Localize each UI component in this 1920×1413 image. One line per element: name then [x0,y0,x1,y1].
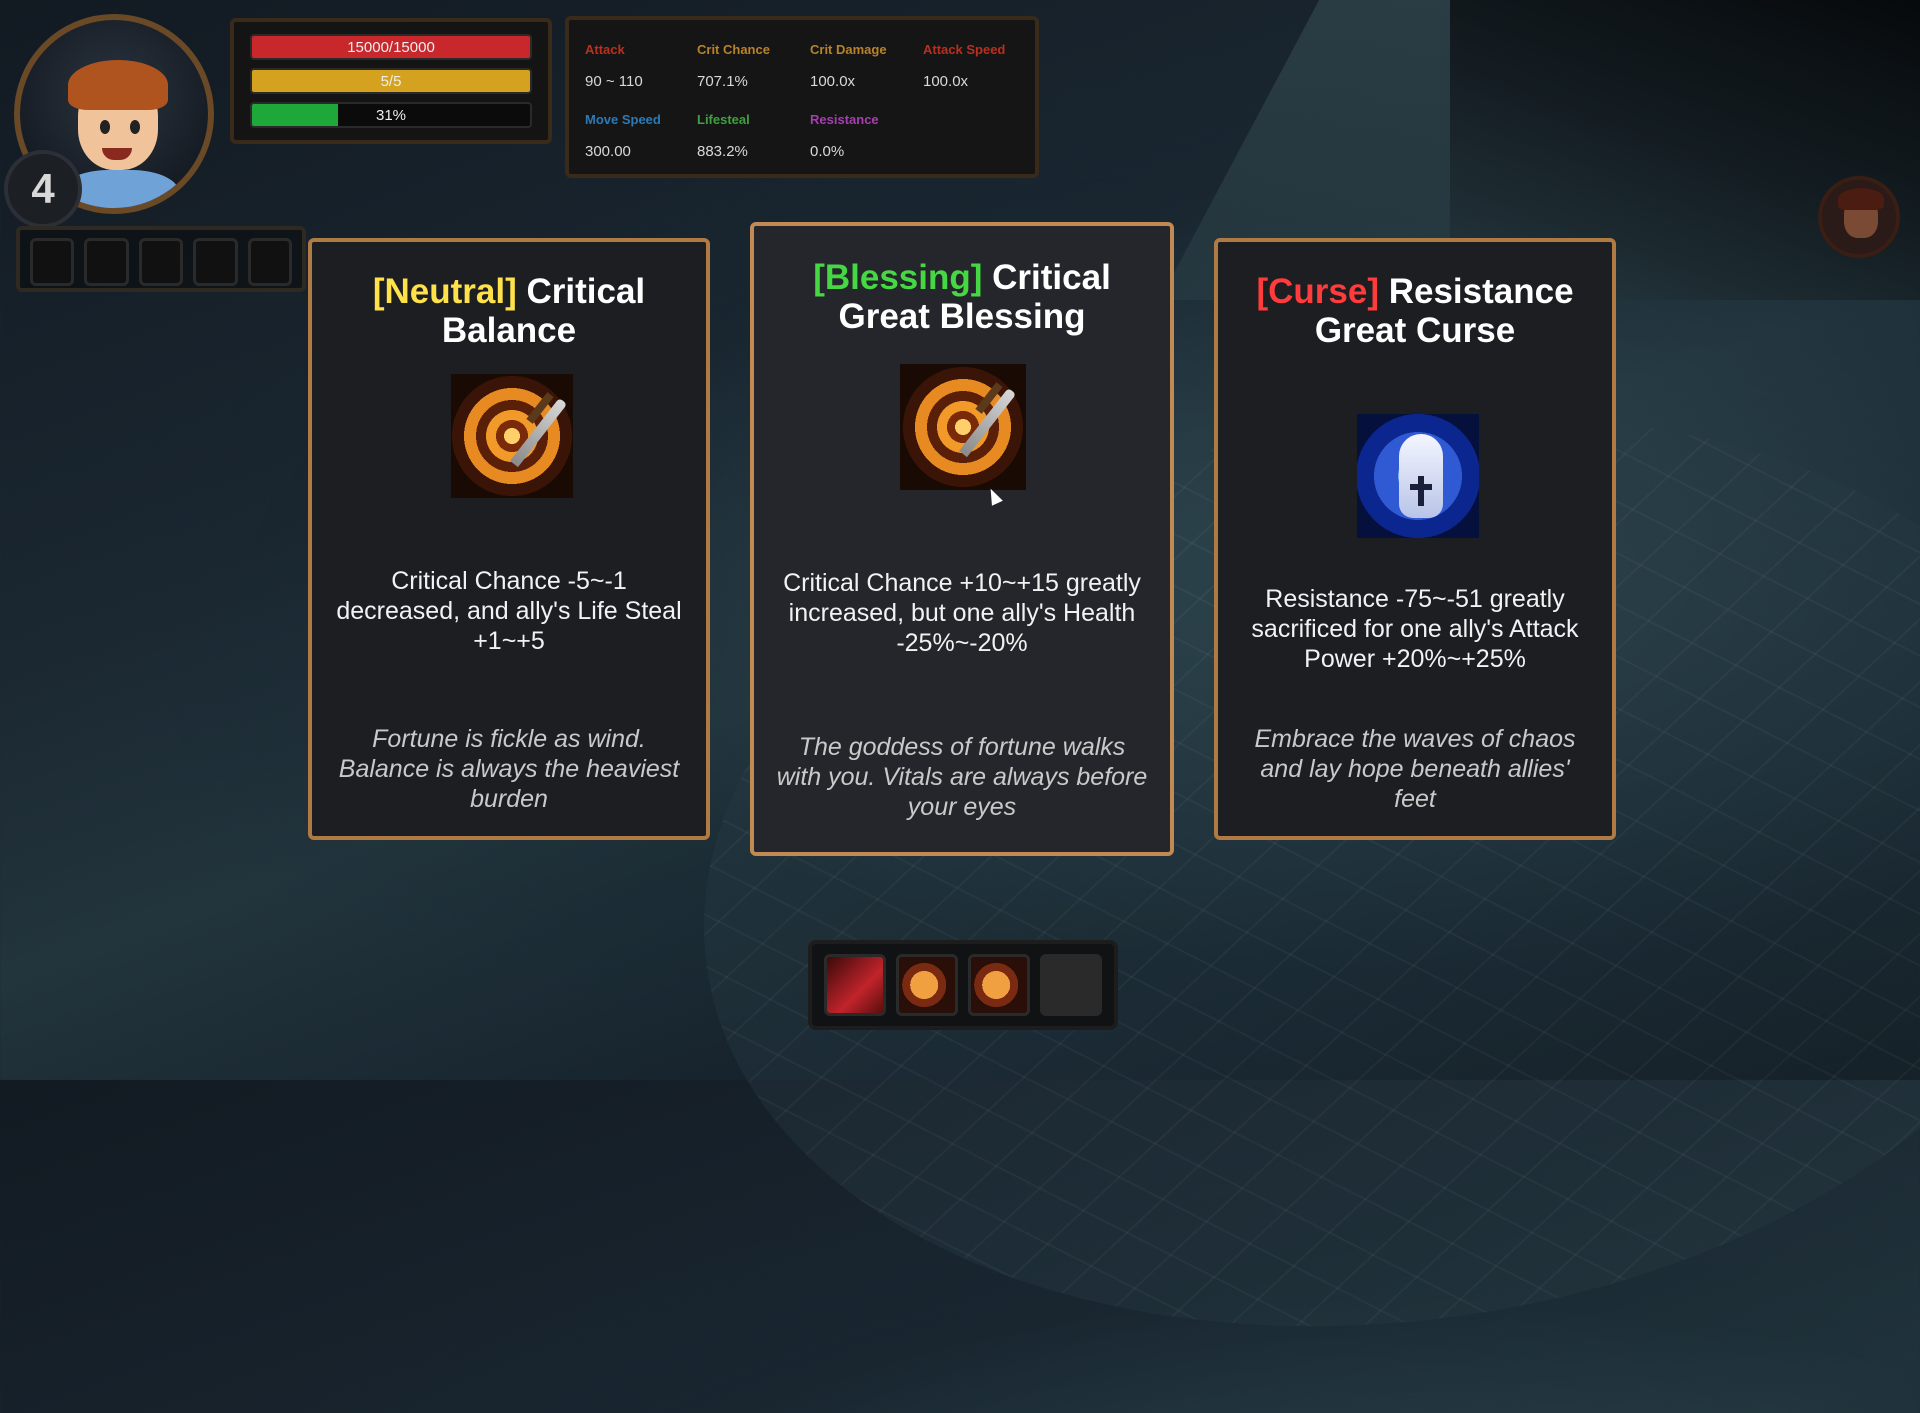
ally-portrait[interactable] [1818,176,1900,258]
card-tag: [Blessing] [813,258,983,297]
stat-label: Lifesteal [697,112,750,127]
stat-label: Move Speed [585,112,661,127]
buff-slot-bar [16,226,306,292]
level-badge: 4 [4,150,82,228]
portrait-hair [68,60,168,110]
critical-target-dagger-icon [451,374,573,498]
card-neutral[interactable]: [Neutral] Critical Balance Critical Chan… [308,238,710,840]
stat-value: 100.0x [810,73,856,90]
skill-slot-slash-icon[interactable] [824,954,886,1016]
card-title: [Curse] Resistance Great Curse [1218,272,1612,350]
card-description: Resistance -75~-51 greatly sacrificed fo… [1251,585,1579,673]
card-tag: [Curse] [1256,272,1379,311]
skill-slot-empty[interactable] [1040,954,1102,1016]
cross-shape [1410,484,1432,490]
stat-label: Crit Chance [697,42,770,57]
stat-lifesteal: Lifesteal 883.2% [697,112,809,160]
stat-label: Attack [585,42,625,57]
stat-label: Attack Speed [923,42,1006,57]
stat-value: 0.0% [810,143,845,160]
card-flavor: Fortune is fickle as wind. Balance is al… [338,725,680,813]
portrait-eye [130,120,140,134]
stat-attack-speed: Attack Speed 100.0x [923,42,1035,90]
stat-attack: Attack 90 ~ 110 [585,42,697,90]
health-bar-text: 15000/15000 [347,38,435,56]
buff-slot[interactable] [193,238,238,286]
critical-target-dagger-icon [900,364,1026,490]
vitals-panel: 15000/15000 5/5 31% [230,18,552,144]
mana-bar: 5/5 [250,68,532,94]
stat-value: 90 ~ 110 [585,73,643,90]
portrait-eye [100,120,110,134]
exp-bar-text: 31% [375,106,407,124]
card-title: [Blessing] Critical Great Blessing [754,258,1170,336]
card-title: [Neutral] Critical Balance [312,272,706,350]
card-flavor: Embrace the waves of chaos and lay hope … [1254,725,1576,813]
stat-value: 707.1% [697,73,748,90]
card-description: Critical Chance +10~+15 greatly increase… [783,569,1141,657]
stat-label: Crit Damage [810,42,887,57]
stat-resistance: Resistance 0.0% [810,112,922,160]
mana-bar-text: 5/5 [380,72,402,90]
health-bar: 15000/15000 [250,34,532,60]
stat-crit-damage: Crit Damage 100.0x [810,42,922,90]
stat-crit-chance: Crit Chance 707.1% [697,42,809,90]
holy-hand-shield-icon [1357,414,1479,538]
buff-slot[interactable] [84,238,129,286]
buff-slot[interactable] [30,238,75,286]
buff-slot[interactable] [247,238,293,286]
skill-slot-fire-icon[interactable] [968,954,1030,1016]
buff-slot[interactable] [138,238,184,286]
skill-slot-fire-icon[interactable] [896,954,958,1016]
stat-value: 883.2% [697,143,748,160]
stat-value: 100.0x [923,73,969,90]
ally-hair [1838,188,1884,210]
stats-panel: Attack 90 ~ 110 Crit Chance 707.1% Crit … [565,16,1039,178]
card-curse[interactable]: [Curse] Resistance Great Curse Resistanc… [1214,238,1616,840]
card-flavor: The goddess of fortune walks with you. V… [776,733,1148,821]
stat-move-speed: Move Speed 300.00 [585,112,697,160]
stat-value: 300.00 [585,143,631,160]
exp-bar: 31% [250,102,532,128]
skill-bar [808,940,1118,1030]
stat-label: Resistance [810,112,879,127]
card-tag: [Neutral] [372,272,517,311]
card-blessing[interactable]: [Blessing] Critical Great Blessing Criti… [750,222,1174,856]
card-description: Critical Chance -5~-1 decreased, and all… [336,567,682,655]
cross-shape [1418,476,1424,506]
